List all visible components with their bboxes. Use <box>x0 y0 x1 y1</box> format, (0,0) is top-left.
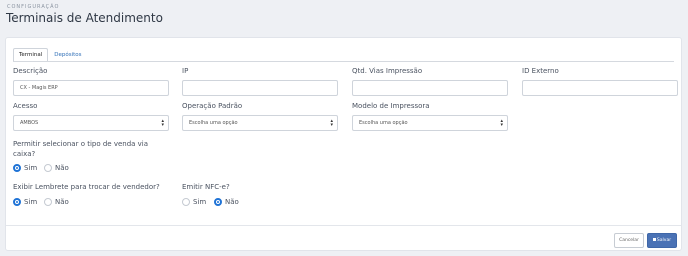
form-card: Terminal Depósitos Descrição CX - Magis … <box>5 37 682 251</box>
acesso-label: Acesso <box>13 102 38 110</box>
select-arrows-icon: ▴ ▾ <box>330 118 333 128</box>
operacao-padrao-value: Escolha uma opção <box>189 120 238 126</box>
tab-terminal[interactable]: Terminal <box>13 48 49 62</box>
save-button-label: Salvar <box>656 238 672 243</box>
id-externo-field[interactable] <box>522 80 678 96</box>
acesso-select[interactable]: AMBOS ▴ ▾ <box>13 115 169 131</box>
tipo-venda-label-line2: caixa? <box>13 150 36 158</box>
lembrete-nao-label[interactable]: Não <box>55 198 69 206</box>
tipo-venda-label-line1: Permitir selecionar o tipo de venda via <box>13 140 149 148</box>
nfce-sim-radio[interactable] <box>182 198 190 206</box>
tipo-venda-nao-label[interactable]: Não <box>55 164 69 172</box>
save-button[interactable]: Salvar <box>647 233 677 248</box>
tab-divider <box>13 61 674 62</box>
ip-field[interactable] <box>182 80 338 96</box>
modelo-impressora-label: Modelo de Impressora <box>352 102 430 110</box>
lembrete-vendedor-label: Exibir Lembrete para trocar de vendedor? <box>13 183 160 191</box>
footer-divider <box>6 225 681 226</box>
tipo-venda-nao-radio[interactable] <box>44 164 52 172</box>
tipo-venda-sim-label[interactable]: Sim <box>24 164 37 172</box>
breadcrumb: CONFIGURAÇÃO <box>7 4 60 10</box>
modelo-impressora-select[interactable]: Escolha uma opção ▴ ▾ <box>352 115 508 131</box>
modelo-impressora-value: Escolha uma opção <box>359 120 408 126</box>
nfce-nao-label[interactable]: Não <box>225 198 239 206</box>
tipo-venda-sim-radio[interactable] <box>13 164 21 172</box>
page-title: Terminais de Atendimento <box>6 11 163 25</box>
qtd-vias-label: Qtd. Vias Impressão <box>352 67 423 75</box>
descricao-label: Descrição <box>13 67 48 75</box>
tab-bar: Terminal Depósitos <box>13 48 88 62</box>
select-arrows-icon: ▴ ▾ <box>161 118 164 128</box>
acesso-value: AMBOS <box>20 120 39 126</box>
operacao-padrao-select[interactable]: Escolha uma opção ▴ ▾ <box>182 115 338 131</box>
descricao-field[interactable]: CX - Magis ERP <box>13 80 169 96</box>
select-arrows-icon: ▴ ▾ <box>500 118 503 128</box>
nfce-label: Emitir NFC-e? <box>182 183 230 191</box>
lembrete-sim-radio[interactable] <box>13 198 21 206</box>
nfce-nao-radio[interactable] <box>214 198 222 206</box>
nfce-sim-label[interactable]: Sim <box>193 198 206 206</box>
qtd-vias-field[interactable] <box>352 80 508 96</box>
operacao-padrao-label: Operação Padrão <box>182 102 243 110</box>
lembrete-nao-radio[interactable] <box>44 198 52 206</box>
lembrete-sim-label[interactable]: Sim <box>24 198 37 206</box>
cancel-button[interactable]: Cancelar <box>614 233 644 248</box>
ip-label: IP <box>182 67 189 75</box>
save-icon <box>652 238 656 241</box>
tab-depositos[interactable]: Depósitos <box>48 48 87 62</box>
id-externo-label: ID Externo <box>522 67 559 75</box>
